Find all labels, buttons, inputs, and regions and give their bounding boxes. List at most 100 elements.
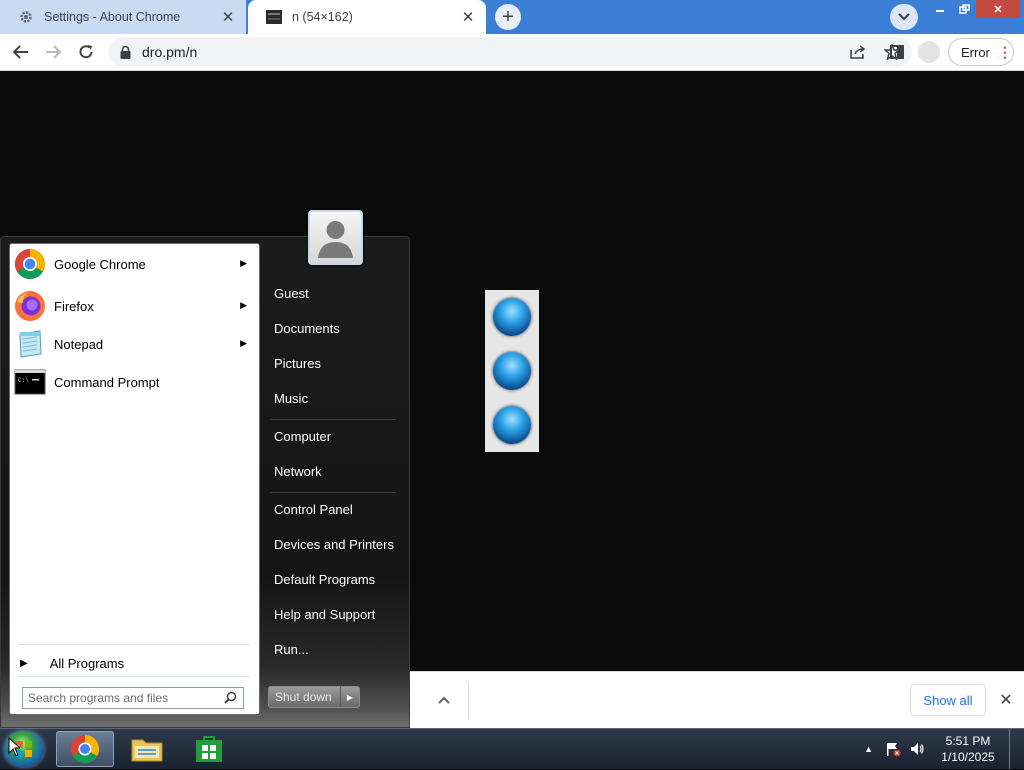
taskbar-store-button[interactable] xyxy=(180,731,238,767)
close-tab-icon[interactable]: ✕ xyxy=(458,7,478,27)
divider xyxy=(18,644,250,645)
close-window-button[interactable]: ✕ xyxy=(976,0,1020,18)
notepad-icon xyxy=(19,330,42,358)
chevron-up-icon[interactable] xyxy=(434,690,454,710)
firefox-icon xyxy=(15,291,45,321)
windows-orb-icon xyxy=(493,298,531,336)
clock-time: 5:51 PM xyxy=(945,734,991,748)
new-tab-button[interactable]: + xyxy=(495,4,521,30)
more-menu-icon: ⋮ xyxy=(997,44,1012,60)
restore-button[interactable] xyxy=(952,0,976,18)
divider xyxy=(18,676,250,677)
search-icon xyxy=(224,691,237,704)
link-help-support[interactable]: Help and Support xyxy=(274,605,375,625)
link-pictures[interactable]: Pictures xyxy=(274,354,321,374)
show-all-button[interactable]: Show all xyxy=(910,684,986,716)
tab-title: n (54×162) xyxy=(292,10,353,24)
browser-toolbar: dro.pm/n Error ⋮ xyxy=(0,34,1024,71)
volume-icon[interactable] xyxy=(909,741,925,757)
show-desktop-button[interactable] xyxy=(1009,729,1024,769)
lock-icon xyxy=(120,45,132,59)
clock[interactable]: 5:51 PM 1/10/2025 xyxy=(933,733,1003,765)
windows-orb-icon xyxy=(493,352,531,390)
tab-strip: Settings - About Chrome ✕ n (54×162) ✕ +… xyxy=(0,0,1024,34)
program-label: Command Prompt xyxy=(54,374,160,390)
tab-search-button[interactable] xyxy=(890,4,918,30)
all-programs-label: All Programs xyxy=(49,655,125,671)
address-bar[interactable]: dro.pm/n xyxy=(108,37,912,67)
divider xyxy=(270,419,396,420)
all-programs-button[interactable]: ▶ All Programs xyxy=(20,652,124,674)
tab-image[interactable]: n (54×162) ✕ xyxy=(248,0,486,34)
program-notepad[interactable]: Notepad ▶ xyxy=(13,326,257,362)
link-run[interactable]: Run... xyxy=(274,640,309,660)
program-google-chrome[interactable]: Google Chrome ▶ xyxy=(13,246,257,282)
link-network[interactable]: Network xyxy=(274,462,322,482)
show-hidden-icons-icon[interactable]: ▲ xyxy=(864,744,873,754)
user-avatar[interactable] xyxy=(308,210,363,265)
user-silhouette-icon xyxy=(318,221,353,258)
link-documents[interactable]: Documents xyxy=(274,319,340,339)
submenu-arrow-icon: ▶ xyxy=(240,338,247,348)
shutdown-options-arrow-icon[interactable]: ▶ xyxy=(341,693,359,702)
reload-button[interactable] xyxy=(73,40,99,64)
program-command-prompt[interactable]: C:\ Command Prompt xyxy=(13,364,257,400)
store-icon xyxy=(196,736,222,762)
close-icon[interactable]: ✕ xyxy=(996,690,1016,710)
page-image xyxy=(485,290,539,452)
link-computer[interactable]: Computer xyxy=(274,427,331,447)
error-button[interactable]: Error ⋮ xyxy=(948,38,1014,66)
back-button[interactable] xyxy=(8,40,34,64)
chrome-icon xyxy=(70,734,100,764)
programs-pane: Google Chrome ▶ Firefox ▶ Notepad ▶ C:\ … xyxy=(9,243,260,715)
folder-icon xyxy=(131,739,163,762)
error-label: Error xyxy=(961,44,990,60)
mouse-cursor-icon xyxy=(8,737,20,757)
profile-avatar[interactable] xyxy=(918,41,940,63)
link-default-programs[interactable]: Default Programs xyxy=(274,570,375,590)
share-icon[interactable] xyxy=(848,42,868,62)
back-arrow-icon xyxy=(13,45,28,59)
cmd-icon: C:\ xyxy=(14,369,46,395)
link-user[interactable]: Guest xyxy=(274,284,309,304)
window-controls: ✕ xyxy=(928,0,1020,18)
clock-date: 1/10/2025 xyxy=(941,750,995,764)
link-control-panel[interactable]: Control Panel xyxy=(274,500,353,520)
start-search-input[interactable] xyxy=(23,689,218,707)
program-label: Firefox xyxy=(54,298,94,314)
shutdown-label: Shut down xyxy=(269,687,341,707)
chrome-icon xyxy=(14,249,46,280)
start-menu: Google Chrome ▶ Firefox ▶ Notepad ▶ C:\ … xyxy=(0,236,410,728)
forward-button[interactable] xyxy=(40,40,66,64)
start-search-box[interactable] xyxy=(22,687,244,709)
taskbar-explorer-button[interactable] xyxy=(118,731,176,767)
program-firefox[interactable]: Firefox ▶ xyxy=(13,288,257,324)
submenu-arrow-icon: ▶ xyxy=(240,300,247,310)
triangle-right-icon: ▶ xyxy=(20,657,28,669)
minimize-button[interactable] xyxy=(928,0,952,18)
url-text: dro.pm/n xyxy=(142,44,198,60)
divider xyxy=(468,682,469,720)
gear-icon xyxy=(18,9,34,25)
shutdown-button[interactable]: Shut down ▶ xyxy=(268,686,360,708)
chevron-down-icon xyxy=(898,13,910,21)
tab-settings[interactable]: Settings - About Chrome ✕ xyxy=(0,0,246,34)
windows-orb-icon xyxy=(493,406,531,444)
image-favicon-icon xyxy=(266,9,282,25)
divider xyxy=(270,492,396,493)
link-devices-printers[interactable]: Devices and Printers xyxy=(274,535,394,555)
reload-icon xyxy=(79,45,93,59)
taskbar-chrome-button[interactable] xyxy=(56,731,114,767)
download-bar: Show all ✕ xyxy=(410,671,1024,728)
action-center-flag-icon[interactable] xyxy=(885,741,901,757)
side-panel-button[interactable] xyxy=(884,40,910,64)
program-label: Google Chrome xyxy=(54,256,146,272)
tab-title: Settings - About Chrome xyxy=(44,10,181,24)
submenu-arrow-icon: ▶ xyxy=(240,258,247,268)
side-panel-icon xyxy=(890,45,904,59)
svg-text:C:\: C:\ xyxy=(18,377,29,384)
system-tray: ▲ 5:51 PM 1/10/2025 xyxy=(864,729,1024,769)
close-tab-icon[interactable]: ✕ xyxy=(218,7,238,27)
taskbar: ▲ 5:51 PM 1/10/2025 xyxy=(0,728,1024,769)
link-music[interactable]: Music xyxy=(274,389,308,409)
